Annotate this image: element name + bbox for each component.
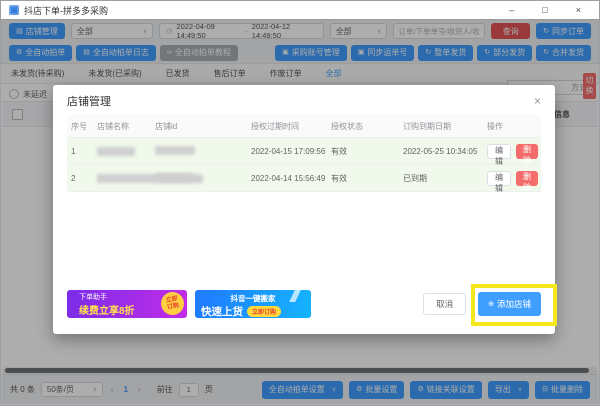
douyin-move-promo-banner[interactable]: 抖音一键搬家 快速上货 立即订购: [195, 290, 311, 318]
add-store-wrap: ⊕ 添加店铺: [478, 292, 541, 316]
modal-title: 店铺管理: [67, 93, 111, 109]
col-auth-status: 授权状态: [331, 121, 403, 132]
redacted-shop-name: [97, 147, 135, 156]
title-bar: 抖店下单-拼多多采购 – □ ×: [1, 1, 599, 20]
promo2-order-badge: 立即订购: [247, 306, 281, 317]
row-operations: 编辑 删除: [487, 171, 538, 186]
auth-status-value: 有效: [331, 146, 403, 157]
shop-table: 序号 店铺名称 店铺id 授权过期时间 授权状态 订购到期日期 操作 1 202…: [67, 115, 541, 192]
col-shop-id: 店铺id: [155, 121, 251, 132]
delete-shop-button[interactable]: 删除: [516, 144, 538, 159]
app-icon: [9, 5, 19, 15]
col-operations: 操作: [487, 121, 537, 132]
plus-circle-icon: ⊕: [488, 301, 494, 308]
window-controls: – □ ×: [509, 1, 591, 19]
col-shop-name: 店铺名称: [97, 121, 155, 132]
table-row: 2 2022-04-14 15:56:49 有效 已到期 编辑 删除: [67, 165, 541, 192]
shop-table-header-row: 序号 店铺名称 店铺id 授权过期时间 授权状态 订购到期日期 操作: [67, 115, 541, 138]
app-window: 抖店下单-拼多多采购 – □ × ▤ 店铺管理 全部 ∨ ◷ 2022-04-0…: [0, 0, 600, 406]
col-auth-expire: 授权过期时间: [251, 121, 331, 132]
table-row: 1 2022-04-15 17:09:56 有效 2022-05-25 10:3…: [67, 138, 541, 165]
delete-shop-button[interactable]: 删除: [516, 171, 538, 186]
modal-footer-buttons: 取消 ⊕ 添加店铺: [423, 292, 541, 316]
close-icon[interactable]: ×: [534, 95, 541, 107]
renewal-promo-banner[interactable]: 下单助手 续费立享8折 立即 订购: [67, 290, 187, 318]
promo1-badge-line2: 订购: [167, 302, 180, 311]
modal-header: 店铺管理 ×: [53, 85, 555, 115]
auth-expire-value: 2022-04-14 15:56:49: [251, 174, 331, 183]
purchase-expire-value: 2022-05-25 10:34:05: [403, 147, 487, 156]
minimize-button[interactable]: –: [509, 1, 514, 19]
maximize-button[interactable]: □: [542, 1, 547, 19]
promo2-line2: 快速上货: [201, 304, 243, 318]
auth-status-value: 有效: [331, 173, 403, 184]
col-purchase-expire: 订购到期日期: [403, 121, 487, 132]
row-operations: 编辑 删除: [487, 144, 538, 159]
window-title: 抖店下单-拼多多采购: [24, 4, 108, 17]
cancel-button[interactable]: 取消: [423, 293, 466, 315]
shop-manage-modal: 店铺管理 × 序号 店铺名称 店铺id 授权过期时间 授权状态 订购到期日期 操…: [53, 85, 555, 334]
modal-footer: 下单助手 续费立享8折 立即 订购 抖音一键搬家 快速上货 立即订购 取消: [53, 282, 555, 334]
col-no: 序号: [71, 121, 97, 132]
redacted-shop-id: [155, 146, 195, 155]
row-no: 2: [71, 174, 97, 183]
edit-shop-button[interactable]: 编辑: [487, 144, 511, 159]
add-store-button[interactable]: ⊕ 添加店铺: [478, 292, 541, 316]
auth-expire-value: 2022-04-15 17:09:56: [251, 147, 331, 156]
row-no: 1: [71, 147, 97, 156]
edit-shop-button[interactable]: 编辑: [487, 171, 511, 186]
purchase-expire-value: 已到期: [403, 173, 487, 184]
add-store-label: 添加店铺: [497, 298, 531, 310]
close-window-button[interactable]: ×: [576, 1, 581, 19]
promo2-line1: 抖音一键搬家: [201, 293, 305, 304]
redacted-shop-id: [155, 173, 193, 182]
